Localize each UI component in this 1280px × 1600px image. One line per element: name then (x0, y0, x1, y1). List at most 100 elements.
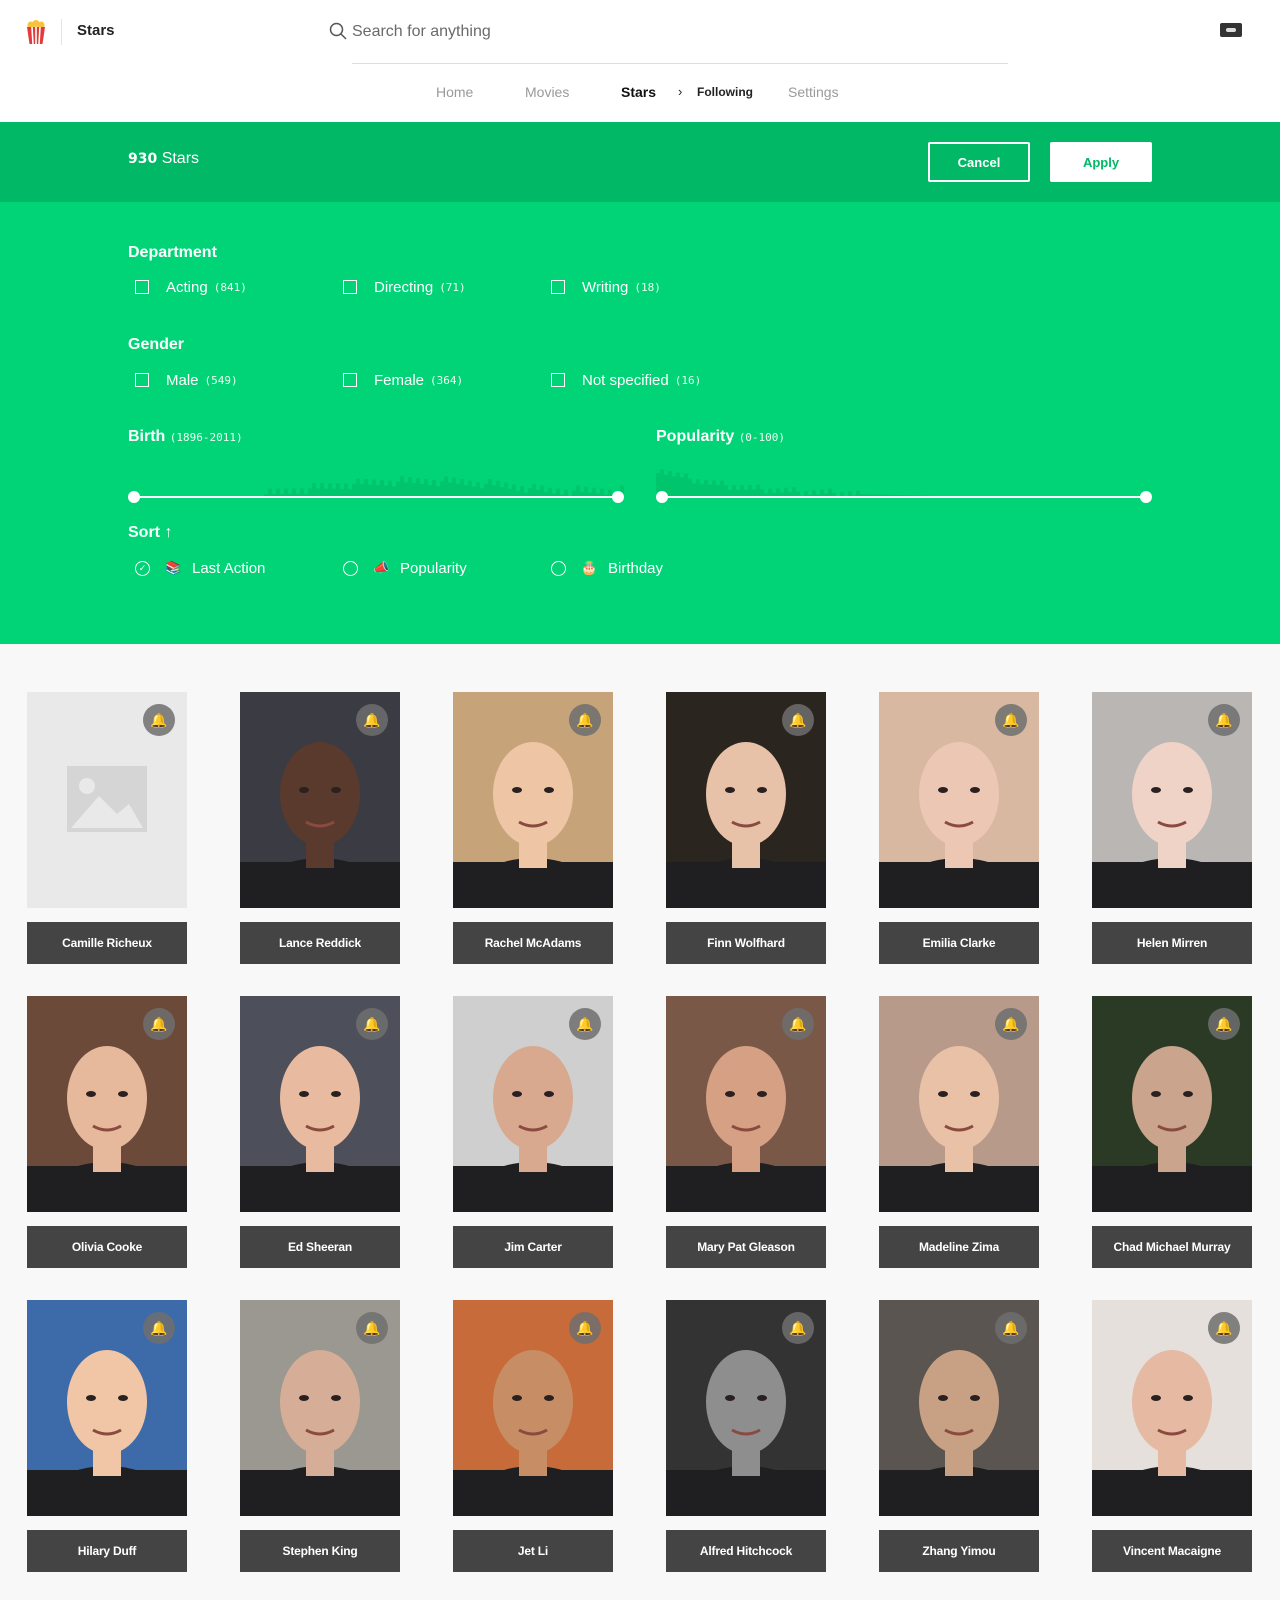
bell-icon[interactable]: 🔔 (143, 1008, 175, 1040)
filter-male[interactable]: Male (549) (128, 369, 238, 391)
radio[interactable] (551, 560, 566, 576)
search-underline (352, 63, 1008, 64)
slider-track[interactable] (662, 496, 1146, 498)
filter-directing[interactable]: Directing (71) (336, 276, 466, 298)
birth-range-slider[interactable] (128, 454, 624, 504)
nav-home[interactable]: Home (436, 84, 473, 100)
star-name[interactable]: Jim Carter (453, 1226, 613, 1268)
filter-not-specified[interactable]: Not specified (16) (544, 369, 701, 391)
bell-icon[interactable]: 🔔 (569, 1008, 601, 1040)
star-card[interactable]: 🔔 Jet Li (453, 1300, 613, 1572)
bell-icon[interactable]: 🔔 (569, 704, 601, 736)
bell-icon[interactable]: 🔔 (1208, 704, 1240, 736)
filter-acting[interactable]: Acting (841) (128, 276, 247, 298)
top-header: Stars Home Movies Stars › Following Sett… (0, 0, 1280, 122)
star-name[interactable]: Jet Li (453, 1530, 613, 1572)
star-name[interactable]: Stephen King (240, 1530, 400, 1572)
star-name[interactable]: Chad Michael Murray (1092, 1226, 1252, 1268)
checkbox[interactable] (343, 280, 357, 294)
star-card[interactable]: 🔔 Zhang Yimou (879, 1300, 1039, 1572)
popularity-max-handle[interactable] (1140, 491, 1152, 503)
account-icon[interactable] (1220, 23, 1242, 37)
star-card[interactable]: 🔔 Mary Pat Gleason (666, 996, 826, 1268)
search-input[interactable] (352, 18, 952, 46)
star-name[interactable]: Finn Wolfhard (666, 922, 826, 964)
star-card[interactable]: 🔔 Emilia Clarke (879, 692, 1039, 964)
sort-birthday[interactable]: 🎂 Birthday (544, 557, 663, 579)
checkbox[interactable] (551, 280, 565, 294)
star-card[interactable]: 🔔 Vincent Macaigne (1092, 1300, 1252, 1572)
bell-icon[interactable]: 🔔 (1208, 1312, 1240, 1344)
star-card[interactable]: 🔔 Jim Carter (453, 996, 613, 1268)
sort-direction-icon[interactable]: ↑ (164, 524, 172, 541)
birth-histogram (128, 476, 624, 496)
star-card[interactable]: 🔔 Chad Michael Murray (1092, 996, 1252, 1268)
checkbox[interactable] (343, 373, 357, 387)
filter-female[interactable]: Female (364) (336, 369, 463, 391)
bell-icon[interactable]: 🔔 (356, 1008, 388, 1040)
star-name[interactable]: Rachel McAdams (453, 922, 613, 964)
star-name[interactable]: Emilia Clarke (879, 922, 1039, 964)
star-name[interactable]: Vincent Macaigne (1092, 1530, 1252, 1572)
star-name[interactable]: Ed Sheeran (240, 1226, 400, 1268)
option-count: (18) (634, 280, 661, 294)
bell-icon[interactable]: 🔔 (569, 1312, 601, 1344)
slider-track[interactable] (134, 496, 618, 498)
bell-icon[interactable]: 🔔 (995, 704, 1027, 736)
checkbox[interactable] (135, 280, 149, 294)
star-card[interactable]: 🔔 Olivia Cooke (27, 996, 187, 1268)
birth-range: (1896-2011) (169, 431, 243, 444)
option-count: (71) (439, 280, 466, 294)
star-card[interactable]: 🔔 Finn Wolfhard (666, 692, 826, 964)
nav-settings[interactable]: Settings (788, 84, 839, 100)
birth-max-handle[interactable] (612, 491, 624, 503)
star-card[interactable]: 🔔 Stephen King (240, 1300, 400, 1572)
bell-icon[interactable]: 🔔 (782, 1312, 814, 1344)
star-name[interactable]: Helen Mirren (1092, 922, 1252, 964)
star-name[interactable]: Hilary Duff (27, 1530, 187, 1572)
bell-icon[interactable]: 🔔 (143, 704, 175, 736)
star-name[interactable]: Madeline Zima (879, 1226, 1039, 1268)
bell-icon[interactable]: 🔔 (1208, 1008, 1240, 1040)
star-card[interactable]: 🔔 Rachel McAdams (453, 692, 613, 964)
bell-icon[interactable]: 🔔 (995, 1008, 1027, 1040)
option-count: (549) (204, 373, 238, 387)
results-count-label: Stars (161, 150, 200, 167)
bell-icon[interactable]: 🔔 (356, 704, 388, 736)
star-card[interactable]: 🔔 Camille Richeux (27, 692, 187, 964)
nav-following[interactable]: Following (697, 85, 753, 99)
radio[interactable] (343, 560, 358, 576)
radio-checked-icon[interactable]: ✓ (135, 560, 150, 576)
checkbox[interactable] (551, 373, 565, 387)
star-card[interactable]: 🔔 Ed Sheeran (240, 996, 400, 1268)
star-card[interactable]: 🔔 Alfred Hitchcock (666, 1300, 826, 1572)
star-name[interactable]: Olivia Cooke (27, 1226, 187, 1268)
cancel-button[interactable]: Cancel (928, 142, 1030, 182)
bell-icon[interactable]: 🔔 (782, 1008, 814, 1040)
popularity-range-slider[interactable] (656, 454, 1152, 504)
filter-writing[interactable]: Writing (18) (544, 276, 661, 298)
popularity-histogram (656, 469, 1152, 496)
popularity-min-handle[interactable] (656, 491, 668, 503)
bell-icon[interactable]: 🔔 (995, 1312, 1027, 1344)
popcorn-logo-icon[interactable] (26, 20, 46, 44)
star-name[interactable]: Camille Richeux (27, 922, 187, 964)
sort-popularity[interactable]: 📣 Popularity (336, 557, 467, 579)
star-card[interactable]: 🔔 Hilary Duff (27, 1300, 187, 1572)
nav-stars[interactable]: Stars (621, 84, 656, 100)
star-card[interactable]: 🔔 Lance Reddick (240, 692, 400, 964)
star-name[interactable]: Zhang Yimou (879, 1530, 1039, 1572)
star-name[interactable]: Mary Pat Gleason (666, 1226, 826, 1268)
checkbox[interactable] (135, 373, 149, 387)
star-card[interactable]: 🔔 Helen Mirren (1092, 692, 1252, 964)
star-name[interactable]: Alfred Hitchcock (666, 1530, 826, 1572)
bell-icon[interactable]: 🔔 (143, 1312, 175, 1344)
sort-last-action[interactable]: ✓ 📚 Last Action (128, 557, 265, 579)
bell-icon[interactable]: 🔔 (782, 704, 814, 736)
star-name[interactable]: Lance Reddick (240, 922, 400, 964)
birth-min-handle[interactable] (128, 491, 140, 503)
apply-button[interactable]: Apply (1050, 142, 1152, 182)
bell-icon[interactable]: 🔔 (356, 1312, 388, 1344)
star-card[interactable]: 🔔 Madeline Zima (879, 996, 1039, 1268)
nav-movies[interactable]: Movies (525, 84, 569, 100)
